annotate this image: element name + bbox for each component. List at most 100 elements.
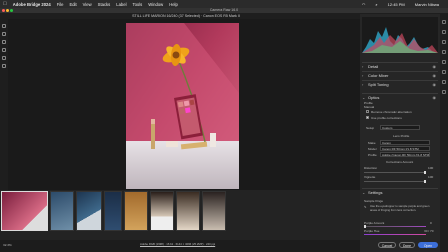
menu-label[interactable]: Label [116,2,126,7]
eye-icon[interactable]: ◉ [433,94,437,102]
right-toolbar [440,14,448,252]
zoom-window-button[interactable] [10,9,13,12]
section-label: Color Mixer [368,73,389,78]
corrections-heading: Corrections Amount [386,160,414,164]
profile-row-label: Profile [368,153,377,157]
remove-ca-checkbox[interactable] [366,110,369,113]
filmstrip-thumb[interactable] [76,191,102,231]
clock-time[interactable]: 12:45 PM [388,2,405,7]
user-name[interactable]: Marvin Nibwa [415,2,439,7]
heal-tool-icon[interactable] [2,40,6,44]
filmstrip-thumb[interactable] [104,191,122,231]
section-label: Settings [368,190,383,195]
setup-select[interactable]: Custom [380,125,420,130]
edit-icon[interactable] [442,20,446,24]
menu-status-area: ◠ ⌕ 12:45 PM Marvin Nibwa [358,0,445,8]
filmstrip-thumb[interactable] [50,191,74,231]
defringe-heading: Sample fringe [364,199,384,203]
menu-help[interactable]: Help [169,2,178,7]
filmstrip-thumb[interactable] [150,191,174,231]
presets-icon[interactable] [442,70,446,74]
vignette-value[interactable]: 100 [428,175,433,179]
open-button[interactable]: Open [418,242,438,248]
photo-preview[interactable] [126,23,239,189]
lens-profile-heading: Lens Profile [393,134,410,138]
redeye-icon[interactable] [442,60,446,64]
filmstrip-thumb[interactable] [1,191,48,231]
section-split-toning[interactable]: › Split Toning ◉ [362,80,438,89]
section-label: Split Toning [368,82,389,87]
mask-tool-icon[interactable] [2,48,6,52]
remove-ca-label: Remove chromatic aberration [371,110,412,114]
purple-hue-slider[interactable] [364,234,426,235]
close-window-button[interactable] [2,9,5,12]
crop-tool-icon[interactable] [2,32,6,36]
use-profile-label: Use profile corrections [371,116,402,120]
presets-tool-icon[interactable] [2,64,6,68]
redeye-tool-icon[interactable] [2,56,6,60]
eye-icon[interactable]: ◉ [433,63,437,71]
menu-view[interactable]: View [83,2,92,7]
section-settings[interactable]: ⌄ Settings [362,188,438,197]
section-label: Optics [368,95,380,100]
distortion-slider[interactable] [364,171,426,174]
still-life-photo [126,23,239,189]
optics-manual-tab[interactable]: Manual [364,105,374,109]
purple-amount-label: Purple Amount [364,221,385,225]
use-profile-checkbox[interactable] [366,116,369,119]
histogram-graph [362,27,438,53]
snapshots-icon[interactable] [442,90,446,94]
edit-tool-icon[interactable] [2,24,6,28]
more-icon[interactable] [442,80,446,84]
menu-file[interactable]: File [57,2,64,7]
search-icon[interactable]: ⌕ [375,2,377,7]
section-color-mixer[interactable]: › Color Mixer ◉ [362,71,438,80]
make-label: Make [368,141,376,145]
purple-amount-slider-knob[interactable] [364,225,366,228]
crop-icon[interactable] [442,30,446,34]
mac-menu-bar:  Adobe Bridge 2024 File Edit View Stack… [0,0,448,8]
left-toolbar [0,14,8,184]
section-label: Detail [368,64,379,69]
done-button[interactable]: Done [399,242,415,248]
workflow-options-link[interactable]: Adobe RGB (1998) · 16 bit · 6144 × 4096 … [140,242,215,246]
filmstrip-thumb[interactable] [124,191,148,231]
vignette-slider-knob[interactable] [424,180,426,183]
purple-hue-label: Purple Hue [364,229,380,233]
histogram [362,17,438,53]
vignette-slider[interactable] [364,180,426,183]
menu-tools[interactable]: Tools [133,2,143,7]
defringe-description: Use the eyedropper to sample purple and … [370,204,430,212]
distortion-slider-knob[interactable] [424,171,426,174]
zoom-level[interactable]: 32.3% [3,243,12,247]
wifi-icon[interactable]: ◠ [362,2,366,7]
eye-icon[interactable]: ◉ [433,81,437,89]
section-optics[interactable]: ⌄ Optics ◉ [362,93,438,102]
purple-amount-slider[interactable] [364,225,426,228]
distortion-value[interactable]: 100 [428,166,433,170]
vignette-label: Vignette [364,175,376,179]
menu-edit[interactable]: Edit [69,2,76,7]
menu-window[interactable]: Window [148,2,163,7]
filmstrip-thumb[interactable] [176,191,200,231]
eyedropper-icon[interactable]: ✎ [364,205,367,209]
setup-label: Setup [366,126,375,130]
menu-app-name[interactable]: Adobe Bridge 2024 [13,2,51,7]
purple-amount-value[interactable]: 0 [430,221,432,225]
filmstrip-thumb[interactable] [202,191,226,231]
mask-icon[interactable] [442,50,446,54]
model-label: Model [368,147,377,151]
eye-icon[interactable]: ◉ [433,72,437,80]
cancel-button[interactable]: Cancel [378,242,396,248]
purple-hue-value[interactable]: 30 / 70 [424,229,433,233]
menu-stacks[interactable]: Stacks [98,2,111,7]
heal-icon[interactable] [442,40,446,44]
section-detail[interactable]: › Detail ◉ [362,62,438,71]
document-title: STILL LIFE MARION 16/240 (37 Selected) ·… [132,14,240,18]
model-select[interactable]: Canon RF 50mm f/1.8 STM [380,146,430,151]
minimize-window-button[interactable] [6,9,9,12]
make-select[interactable]: Canon [380,140,430,145]
profile-select[interactable]: Adobe (Canon RF 50mm f/1.8 STM) [380,152,430,157]
apple-icon[interactable]:  [3,1,7,7]
distortion-label: Distortion [364,166,378,170]
